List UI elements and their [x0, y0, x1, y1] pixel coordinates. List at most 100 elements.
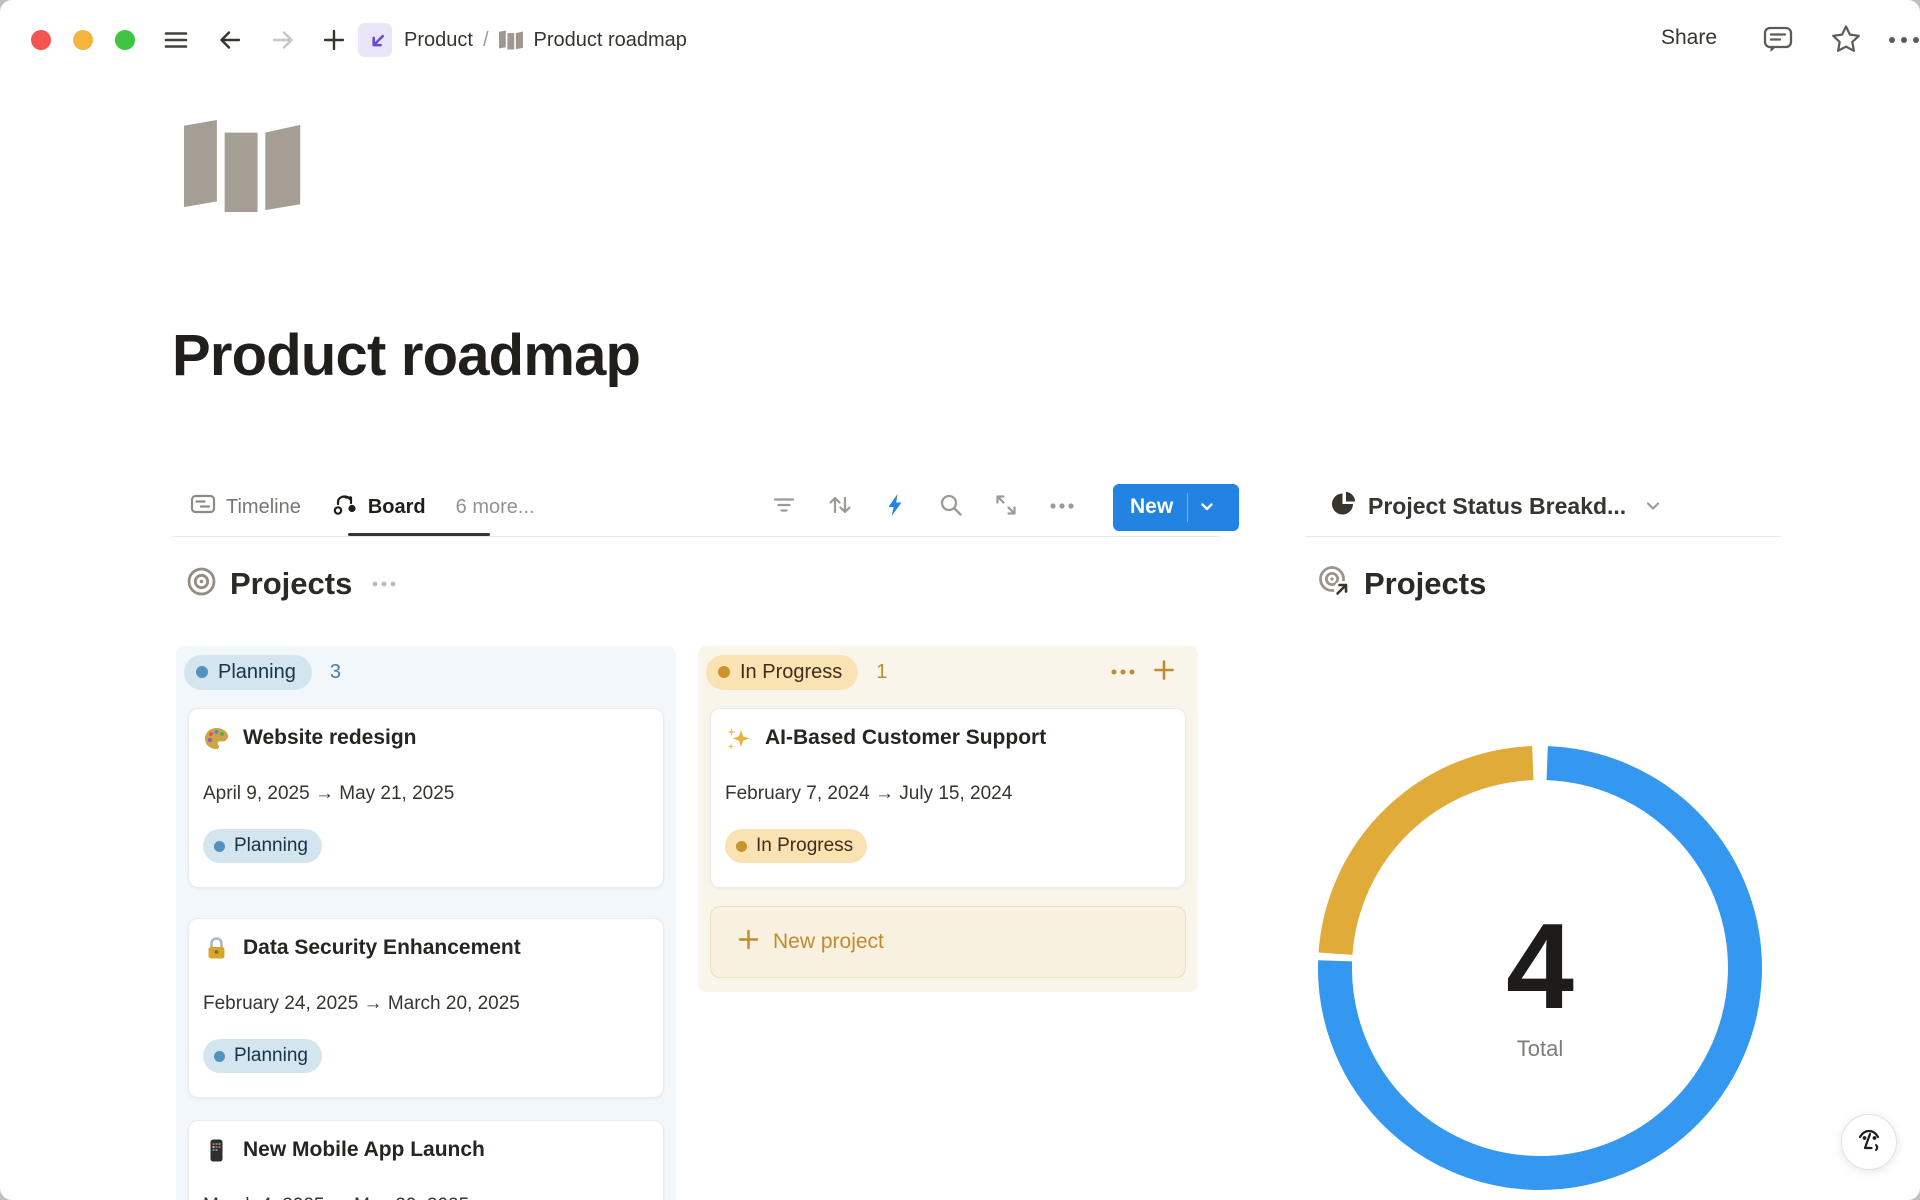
board-section-divider	[172, 536, 1220, 537]
more-options-button[interactable]	[1886, 33, 1920, 51]
filter-icon[interactable]	[771, 492, 797, 523]
chart-section-header: Projects	[1318, 560, 1486, 608]
tab-timeline[interactable]: Timeline	[189, 490, 301, 524]
column-more-icon[interactable]	[1110, 663, 1136, 681]
share-button[interactable]: Share	[1661, 26, 1717, 50]
expand-icon[interactable]	[993, 492, 1019, 523]
page-icon[interactable]	[182, 120, 307, 217]
chevron-down-icon	[1198, 498, 1216, 516]
chart-view-header[interactable]: Project Status Breakd...	[1330, 484, 1663, 528]
card-title: Data Security Enhancement	[243, 936, 521, 960]
in-progress-count: 1	[876, 661, 887, 684]
planning-group-pill[interactable]: Planning	[184, 655, 312, 690]
breadcrumb: Product / Product roadmap	[404, 18, 687, 62]
breadcrumb-current[interactable]: Product roadmap	[534, 29, 687, 52]
card-dates: April 9, 2025 → May 21, 2025	[203, 783, 649, 807]
project-card-ai-support[interactable]: AI-Based Customer Support February 7, 20…	[710, 708, 1186, 888]
new-button-dropdown[interactable]	[1188, 498, 1226, 516]
chevron-down-icon	[1643, 496, 1663, 516]
tab-board[interactable]: Board	[331, 490, 426, 524]
target-link-icon	[1318, 565, 1351, 603]
column-header-planning: Planning 3	[184, 654, 668, 690]
in-progress-group-label: In Progress	[740, 661, 842, 684]
status-tag[interactable]: In Progress	[725, 829, 867, 863]
column-add-icon[interactable]	[1152, 658, 1176, 687]
new-tab-button[interactable]	[320, 26, 348, 59]
close-window-button[interactable]	[31, 30, 51, 50]
chart-section-divider	[1305, 536, 1781, 537]
sidebar-menu-button[interactable]	[162, 26, 190, 59]
status-dot	[736, 841, 747, 852]
breadcrumb-separator: /	[483, 29, 489, 52]
search-icon[interactable]	[938, 492, 964, 523]
forward-arrow-icon	[269, 41, 297, 58]
board-section-header: Projects	[186, 560, 397, 608]
planning-group-label: Planning	[218, 661, 296, 684]
ellipsis-icon	[1886, 33, 1920, 50]
tab-timeline-label: Timeline	[226, 496, 301, 519]
board-section-title[interactable]: Projects	[230, 566, 352, 602]
card-dates: March 4, 2025 → May 20, 2025	[203, 1195, 649, 1200]
breadcrumb-parent[interactable]: Product	[404, 29, 473, 52]
pie-chart-icon	[1330, 490, 1357, 522]
sort-icon[interactable]	[826, 492, 854, 523]
card-dates: February 24, 2025 → March 20, 2025	[203, 993, 649, 1017]
page-title[interactable]: Product roadmap	[172, 322, 640, 389]
hamburger-icon	[162, 41, 190, 58]
project-card-mobile-app[interactable]: New Mobile App Launch March 4, 2025 → Ma…	[188, 1120, 664, 1200]
notion-ai-button[interactable]	[1841, 1114, 1897, 1170]
zoom-window-button[interactable]	[115, 30, 135, 50]
card-title: Website redesign	[243, 726, 417, 750]
automations-lightning-icon[interactable]	[883, 492, 909, 523]
more-views-button[interactable]: 6 more...	[456, 496, 535, 519]
in-progress-group-pill[interactable]: In Progress	[706, 655, 858, 690]
status-dot	[214, 1051, 225, 1062]
card-title: AI-Based Customer Support	[765, 726, 1046, 750]
toolbar-more-icon[interactable]	[1048, 498, 1076, 516]
star-icon	[1829, 43, 1863, 60]
status-tag-label: In Progress	[756, 835, 853, 857]
plus-icon	[737, 928, 760, 957]
chart-view-title: Project Status Breakd...	[1368, 493, 1626, 520]
plus-icon	[320, 41, 348, 58]
status-tag[interactable]: Planning	[203, 829, 322, 863]
status-dot	[196, 666, 208, 678]
project-card-website-redesign[interactable]: Website redesign April 9, 2025 → May 21,…	[188, 708, 664, 888]
sparkles-icon	[725, 725, 752, 752]
map-icon	[182, 199, 307, 216]
board-column-planning: Planning 3 Website redesign April 9, 202…	[176, 646, 676, 1200]
status-tag[interactable]: Planning	[203, 1039, 322, 1073]
status-dot	[214, 841, 225, 852]
comment-bubble-icon	[1761, 43, 1795, 60]
mobile-phone-icon	[203, 1137, 230, 1164]
breadcrumb-teamspace-icon[interactable]	[358, 23, 392, 57]
chart-section-title[interactable]: Projects	[1364, 566, 1486, 602]
view-tabs: Timeline Board 6 more...	[189, 479, 535, 535]
board-icon	[331, 490, 359, 524]
back-arrow-icon	[216, 41, 244, 58]
map-mini-icon	[499, 30, 524, 50]
forward-button[interactable]	[269, 26, 297, 59]
comments-button[interactable]	[1761, 22, 1795, 61]
card-title: New Mobile App Launch	[243, 1138, 485, 1162]
back-button[interactable]	[216, 26, 244, 59]
new-record-button[interactable]: New	[1113, 484, 1239, 531]
project-card-data-security[interactable]: Data Security Enhancement February 24, 2…	[188, 918, 664, 1098]
palette-icon	[203, 725, 230, 752]
donut-total-value: 4	[1390, 905, 1690, 1027]
favorite-button[interactable]	[1829, 22, 1863, 61]
new-project-button[interactable]: New project	[710, 906, 1186, 978]
board-column-in-progress: In Progress 1 AI-Based Customer Support …	[698, 646, 1198, 992]
status-tag-label: Planning	[234, 835, 308, 857]
planning-count: 3	[330, 661, 341, 684]
status-tag-label: Planning	[234, 1045, 308, 1067]
column-header-in-progress: In Progress 1	[706, 654, 1190, 690]
tab-board-label: Board	[368, 496, 426, 519]
timeline-icon	[189, 490, 217, 524]
section-more-icon[interactable]	[371, 575, 397, 593]
new-button-label: New	[1113, 495, 1173, 519]
minimize-window-button[interactable]	[73, 30, 93, 50]
status-dot	[718, 666, 730, 678]
view-toolbar: New	[771, 479, 1239, 535]
app-window: Product / Product roadmap Share Product …	[0, 0, 1920, 1200]
